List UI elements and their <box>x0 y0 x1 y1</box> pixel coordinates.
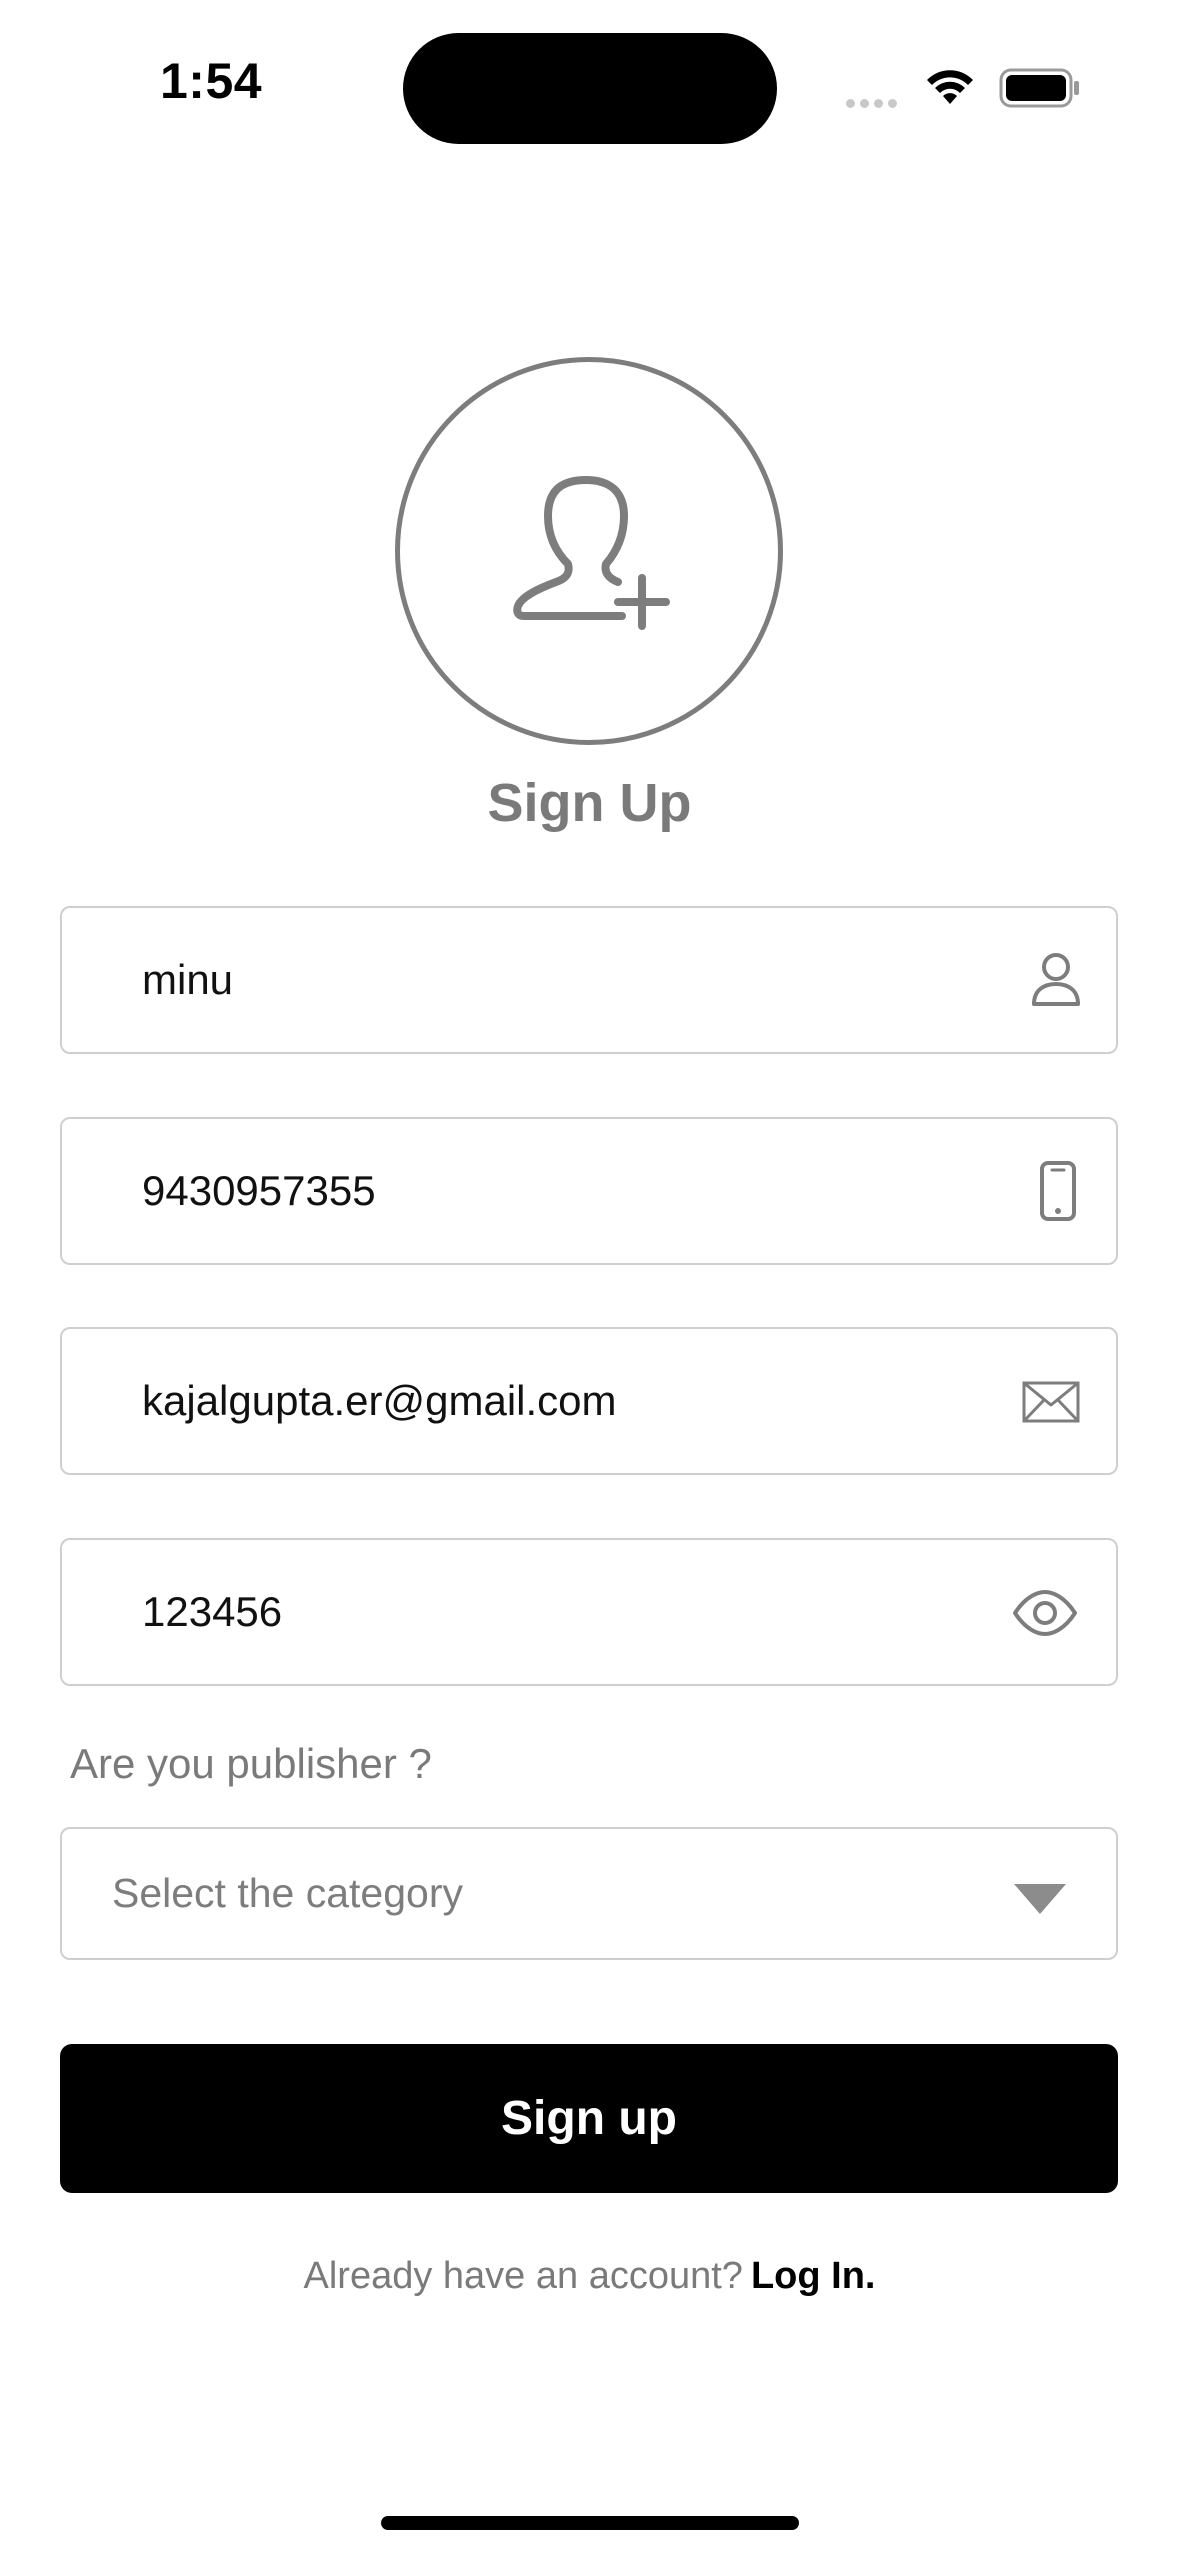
cellular-signal-icon <box>846 95 902 113</box>
battery-icon <box>999 68 1081 113</box>
login-prompt-text: Already have an account? <box>303 2255 743 2297</box>
password-field[interactable]: 123456 <box>60 1538 1118 1686</box>
login-link[interactable]: Log In. <box>751 2255 876 2297</box>
envelope-icon <box>1022 1381 1080 1428</box>
category-select[interactable]: Select the category <box>60 1827 1118 1960</box>
name-input[interactable]: minu <box>142 908 233 1052</box>
dynamic-island <box>403 33 777 144</box>
status-time: 1:54 <box>160 53 263 109</box>
email-field[interactable]: kajalgupta.er@gmail.com <box>60 1327 1118 1475</box>
person-icon <box>1030 952 1082 1013</box>
phone-input[interactable]: 9430957355 <box>142 1119 376 1263</box>
add-user-icon <box>510 474 680 639</box>
eye-icon[interactable] <box>1012 1590 1078 1641</box>
email-input[interactable]: kajalgupta.er@gmail.com <box>142 1329 617 1473</box>
password-input[interactable]: 123456 <box>142 1540 282 1684</box>
phone-field[interactable]: 9430957355 <box>60 1117 1118 1265</box>
home-indicator[interactable] <box>381 2516 799 2530</box>
category-placeholder: Select the category <box>112 1870 463 1916</box>
login-prompt: Already have an account? Log In. <box>0 2255 1179 2298</box>
triangle-down-icon <box>1014 1884 1066 1914</box>
page-title: Sign Up <box>487 773 692 833</box>
publisher-question-label: Are you publisher ? <box>70 1740 432 1787</box>
name-field[interactable]: minu <box>60 906 1118 1054</box>
phone-icon <box>1040 1161 1076 1226</box>
sign-up-button[interactable]: Sign up <box>60 2044 1118 2193</box>
wifi-icon <box>924 66 976 111</box>
